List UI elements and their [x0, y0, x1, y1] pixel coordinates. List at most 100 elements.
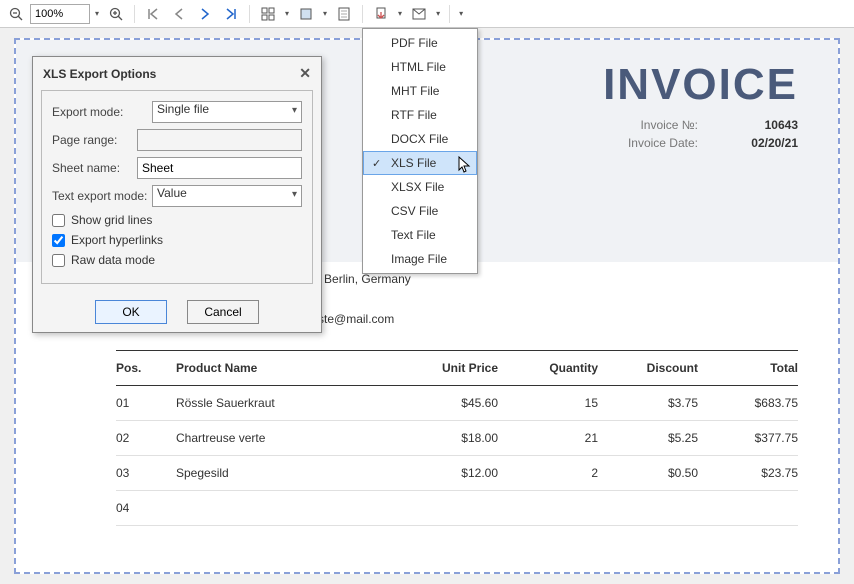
menu-item-label: MHT File: [391, 84, 439, 98]
export-hyperlinks-label: Export hyperlinks: [71, 233, 163, 247]
toolbar: ▾ ▾ ▾ ▾ ▾ ▾: [0, 0, 854, 28]
export-menu-item[interactable]: PDF File: [363, 31, 477, 55]
watermark-icon[interactable]: [332, 3, 356, 25]
table-cell: Spegesild: [176, 466, 398, 480]
export-mode-select[interactable]: Single file: [152, 101, 302, 123]
export-menu-item[interactable]: DOCX File: [363, 127, 477, 151]
menu-item-label: Text File: [391, 228, 436, 242]
export-menu-item[interactable]: MHT File: [363, 79, 477, 103]
export-menu-item[interactable]: Image File: [363, 247, 477, 271]
invoice-date-label: Invoice Date:: [628, 136, 698, 150]
invoice-number-value: 10643: [728, 118, 798, 132]
multipage-dropdown-icon[interactable]: ▾: [282, 9, 292, 18]
table-cell: $23.75: [698, 466, 798, 480]
table-cell: $5.25: [598, 431, 698, 445]
export-format-menu: PDF File HTML File MHT File RTF File DOCX Fi…: [362, 28, 478, 274]
zoom-dropdown-icon[interactable]: ▾: [92, 9, 102, 18]
export-menu-item[interactable]: Text File: [363, 223, 477, 247]
ok-button[interactable]: OK: [95, 300, 167, 324]
export-menu-item[interactable]: HTML File: [363, 55, 477, 79]
first-page-icon[interactable]: [141, 3, 165, 25]
table-cell: 2: [498, 466, 598, 480]
col-qty: Quantity: [498, 361, 598, 375]
menu-item-label: PDF File: [391, 36, 438, 50]
col-name: Product Name: [176, 361, 398, 375]
table-cell: 15: [498, 396, 598, 410]
table-cell: [176, 501, 398, 515]
show-grid-lines-label: Show grid lines: [71, 213, 152, 227]
background-color-icon[interactable]: [294, 3, 318, 25]
col-total: Total: [698, 361, 798, 375]
page-range-label: Page range:: [52, 133, 137, 147]
col-price: Unit Price: [398, 361, 498, 375]
cancel-button[interactable]: Cancel: [187, 300, 259, 324]
export-menu-item[interactable]: XLSX File: [363, 175, 477, 199]
table-cell: $18.00: [398, 431, 498, 445]
sheet-name-input[interactable]: [137, 157, 302, 179]
table-cell: $12.00: [398, 466, 498, 480]
table-header-row: Pos. Product Name Unit Price Quantity Di…: [116, 350, 798, 386]
export-hyperlinks-checkbox[interactable]: [52, 234, 65, 247]
email-dropdown-icon[interactable]: ▾: [433, 9, 443, 18]
xls-export-dialog: XLS Export Options ✕ Export mode: Single…: [32, 56, 322, 333]
menu-item-label: DOCX File: [391, 132, 448, 146]
table-cell: $0.50: [598, 466, 698, 480]
table-row: 04: [116, 491, 798, 526]
menu-item-label: RTF File: [391, 108, 437, 122]
bg-color-dropdown-icon[interactable]: ▾: [320, 9, 330, 18]
menu-item-label: XLSX File: [391, 180, 444, 194]
dialog-title: XLS Export Options: [43, 67, 156, 81]
last-page-icon[interactable]: [219, 3, 243, 25]
table-cell: [698, 501, 798, 515]
zoom-in-icon[interactable]: [104, 3, 128, 25]
export-icon[interactable]: [369, 3, 393, 25]
table-cell: Rössle Sauerkraut: [176, 396, 398, 410]
raw-data-mode-label: Raw data mode: [71, 253, 155, 267]
sheet-name-label: Sheet name:: [52, 161, 137, 175]
table-cell: $3.75: [598, 396, 698, 410]
zoom-input[interactable]: [30, 4, 90, 24]
table-cell: 01: [116, 396, 176, 410]
close-icon[interactable]: ✕: [299, 65, 311, 82]
invoice-number-label: Invoice №:: [640, 118, 698, 132]
table-cell: 03: [116, 466, 176, 480]
overflow-icon[interactable]: ▾: [456, 9, 466, 18]
table-cell: [498, 501, 598, 515]
export-menu-item[interactable]: RTF File: [363, 103, 477, 127]
table-cell: [598, 501, 698, 515]
multipage-icon[interactable]: [256, 3, 280, 25]
table-row: 02Chartreuse verte$18.0021$5.25$377.75: [116, 421, 798, 456]
col-disc: Discount: [598, 361, 698, 375]
export-mode-label: Export mode:: [52, 105, 152, 119]
export-menu-item[interactable]: CSV File: [363, 199, 477, 223]
show-grid-lines-checkbox[interactable]: [52, 214, 65, 227]
email-icon[interactable]: [407, 3, 431, 25]
invoice-date-value: 02/20/21: [728, 136, 798, 150]
items-table: Pos. Product Name Unit Price Quantity Di…: [116, 350, 798, 526]
export-dropdown-icon[interactable]: ▾: [395, 9, 405, 18]
next-page-icon[interactable]: [193, 3, 217, 25]
zoom-out-icon[interactable]: [4, 3, 28, 25]
table-cell: $45.60: [398, 396, 498, 410]
table-cell: 02: [116, 431, 176, 445]
export-menu-item[interactable]: ✓ XLS File: [363, 151, 477, 175]
table-row: 01Rössle Sauerkraut$45.6015$3.75$683.75: [116, 386, 798, 421]
table-cell: [398, 501, 498, 515]
table-cell: 21: [498, 431, 598, 445]
table-cell: Chartreuse verte: [176, 431, 398, 445]
table-cell: $683.75: [698, 396, 798, 410]
table-row: 03Spegesild$12.002$0.50$23.75: [116, 456, 798, 491]
col-pos: Pos.: [116, 361, 176, 375]
raw-data-mode-checkbox[interactable]: [52, 254, 65, 267]
page-range-input[interactable]: [137, 129, 302, 151]
menu-item-label: XLS File: [391, 156, 436, 170]
invoice-title: INVOICE: [603, 60, 798, 110]
menu-item-label: HTML File: [391, 60, 446, 74]
text-export-mode-label: Text export mode:: [52, 189, 152, 203]
check-icon: ✓: [372, 157, 381, 170]
text-export-mode-select[interactable]: Value: [152, 185, 302, 207]
prev-page-icon[interactable]: [167, 3, 191, 25]
table-cell: $377.75: [698, 431, 798, 445]
menu-item-label: CSV File: [391, 204, 438, 218]
table-cell: 04: [116, 501, 176, 515]
